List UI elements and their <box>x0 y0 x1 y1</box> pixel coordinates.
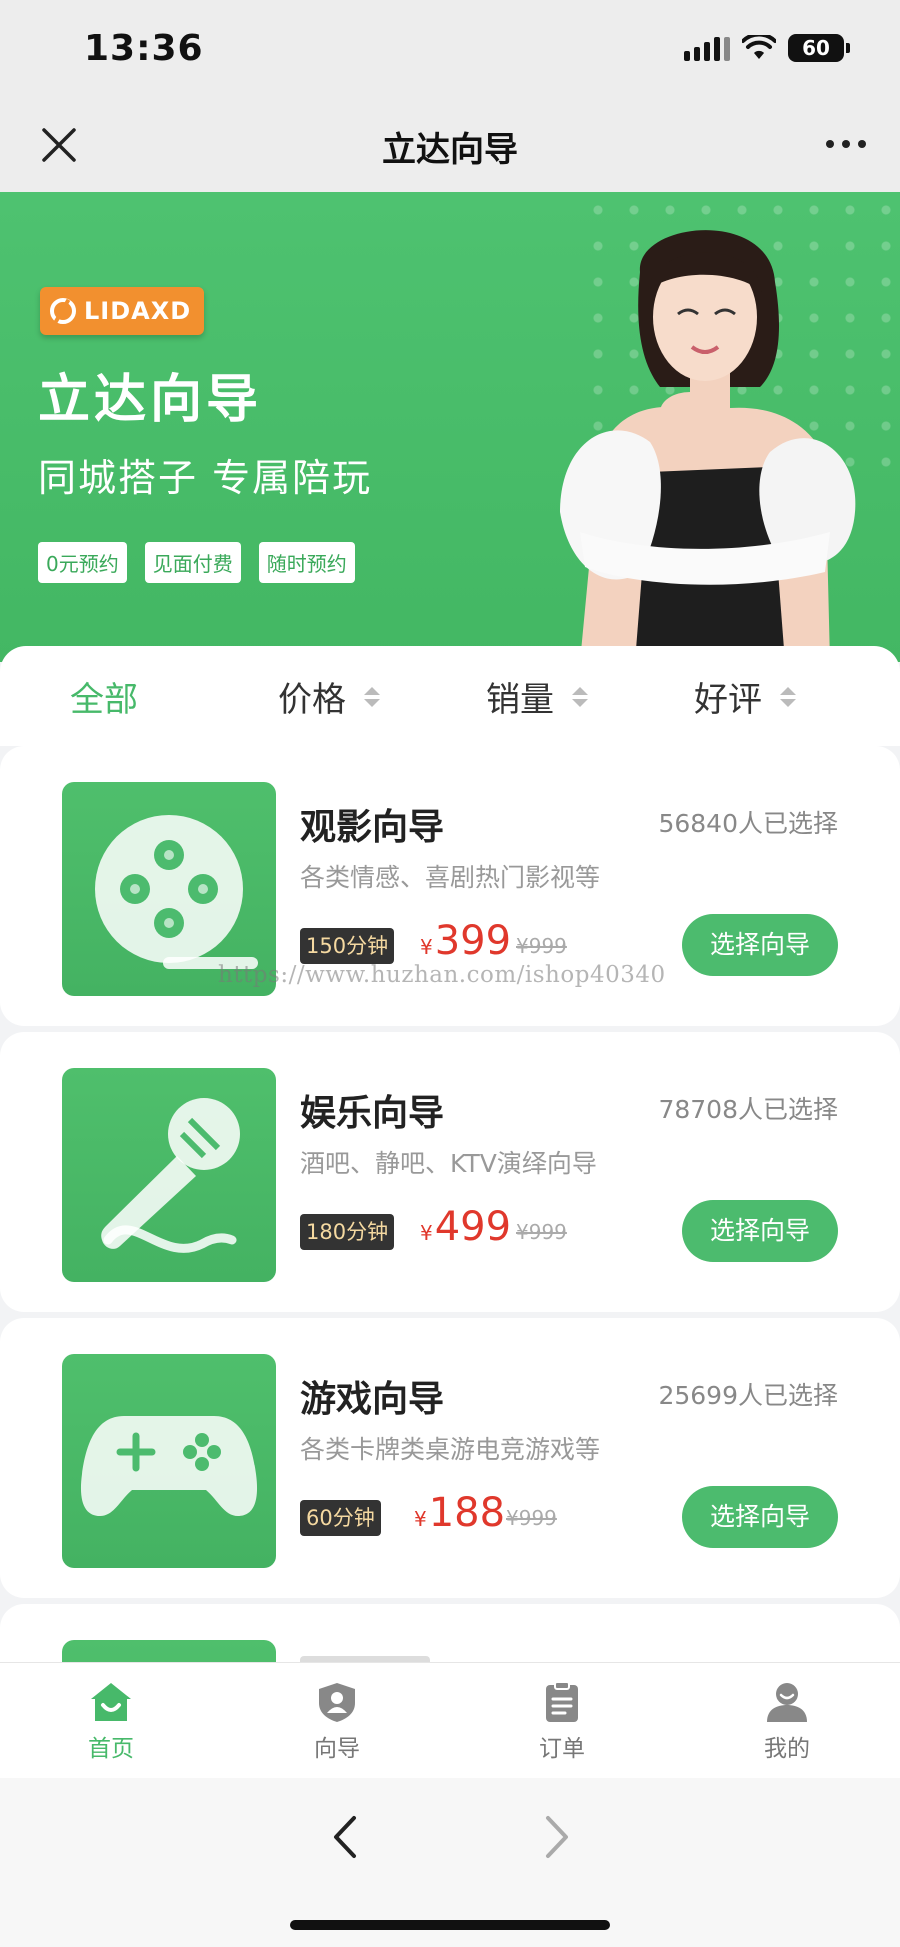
duration-badge: 180分钟 <box>300 1214 395 1250</box>
card-price: ¥499 <box>420 1204 511 1250</box>
wifi-icon <box>742 35 776 59</box>
clipboard-icon <box>546 1681 578 1722</box>
card-title: 游戏向导 <box>300 1379 445 1420</box>
shield-user-icon <box>319 1683 355 1722</box>
hero-banner[interactable]: LIDAXD 立达向导 同城搭子 专属陪玩 0元预约 见面付费 随时预约 <box>0 192 900 662</box>
card-price: ¥399 <box>420 918 511 964</box>
card-title: 娱乐向导 <box>300 1093 445 1134</box>
sort-arrows-icon <box>780 686 796 707</box>
sort-label: 好评 <box>694 680 762 720</box>
sort-arrows-icon <box>364 686 380 707</box>
select-guide-button[interactable]: 选择向导 <box>682 1200 838 1262</box>
price-value: 399 <box>434 918 512 964</box>
sort-label: 全部 <box>70 680 138 720</box>
tab-label: 我的 <box>764 1736 810 1762</box>
banner-tag: 见面付费 <box>144 542 241 583</box>
sort-tab-price[interactable]: 价格 <box>278 672 380 721</box>
sort-label: 价格 <box>278 680 346 720</box>
original-price: ¥999 <box>506 1506 557 1530</box>
tab-label: 向导 <box>314 1736 360 1762</box>
tab-label: 订单 <box>539 1736 585 1762</box>
sort-tab-rating[interactable]: 好评 <box>694 672 796 721</box>
sort-label: 销量 <box>486 680 554 720</box>
nav-bar: 立达向导 <box>0 100 900 192</box>
banner-tag: 0元预约 <box>38 542 127 583</box>
model-photo <box>560 230 856 662</box>
status-indicators: 60 <box>684 34 850 62</box>
price-value: 499 <box>434 1204 512 1250</box>
price-value: 188 <box>428 1490 506 1536</box>
card-select-count: 56840人已选择 <box>658 809 838 838</box>
sort-bar: 全部 价格 销量 好评 <box>0 646 900 746</box>
tab-profile[interactable]: 我的 <box>727 1681 847 1763</box>
sort-tab-sales[interactable]: 销量 <box>486 672 588 721</box>
original-price: ¥999 <box>516 934 567 958</box>
select-guide-button[interactable]: 选择向导 <box>682 1486 838 1548</box>
page-title: 立达向导 <box>382 130 518 170</box>
card-select-count: 25699人已选择 <box>658 1381 838 1410</box>
select-guide-button[interactable]: 选择向导 <box>682 914 838 976</box>
tab-orders[interactable]: 订单 <box>502 1681 622 1763</box>
status-bar: 13:36 60 <box>0 0 900 100</box>
card-description: 各类情感、喜剧热门影视等 <box>300 863 601 892</box>
logo-mark-icon <box>50 298 76 324</box>
logo-text: LIDAXD <box>84 297 192 325</box>
banner-tag: 随时预约 <box>258 542 355 583</box>
card-price: ¥188 <box>414 1490 505 1536</box>
currency-symbol: ¥ <box>420 935 433 959</box>
forward-arrow-icon[interactable] <box>540 1812 574 1862</box>
watermark: https://www.huzhan.com/ishop40340 <box>218 962 666 988</box>
tab-home[interactable]: 首页 <box>51 1681 171 1763</box>
tab-guide[interactable]: 向导 <box>277 1681 397 1763</box>
card-description: 酒吧、静吧、KTV演绎向导 <box>300 1149 597 1178</box>
banner-subtitle: 同城搭子 专属陪玩 <box>38 456 373 500</box>
more-icon[interactable] <box>826 140 866 148</box>
home-indicator[interactable] <box>290 1920 610 1930</box>
sort-arrows-icon <box>572 686 588 707</box>
duration-badge: 150分钟 <box>300 928 395 964</box>
brand-logo: LIDAXD <box>40 287 204 335</box>
card-select-count: 78708人已选择 <box>658 1095 838 1124</box>
original-price: ¥999 <box>516 1220 567 1244</box>
card-description: 各类卡牌类桌游电竞游戏等 <box>300 1435 601 1464</box>
user-icon <box>767 1683 807 1722</box>
card-thumbnail <box>62 1068 276 1282</box>
banner-tags: 0元预约 见面付费 随时预约 <box>38 542 355 583</box>
currency-symbol: ¥ <box>414 1507 427 1531</box>
banner-title: 立达向导 <box>38 370 263 430</box>
currency-symbol: ¥ <box>420 1221 433 1245</box>
guide-card[interactable]: 娱乐向导 78708人已选择 酒吧、静吧、KTV演绎向导 180分钟 ¥499 … <box>0 1032 900 1312</box>
duration-badge: 60分钟 <box>300 1500 381 1536</box>
gamepad-icon <box>80 1416 258 1516</box>
card-thumbnail <box>62 1354 276 1568</box>
home-icon <box>91 1683 131 1721</box>
browser-nav-bar <box>0 1778 900 1947</box>
guide-card[interactable]: 游戏向导 25699人已选择 各类卡牌类桌游电竞游戏等 60分钟 ¥188 ¥9… <box>0 1318 900 1598</box>
card-title: 观影向导 <box>300 807 445 848</box>
back-arrow-icon[interactable] <box>328 1812 362 1862</box>
bottom-tab-bar: 首页 向导 订单 我的 <box>0 1662 900 1778</box>
microphone-icon <box>101 1098 240 1253</box>
cellular-signal-icon <box>684 35 730 61</box>
status-time: 13:36 <box>84 28 204 69</box>
battery-icon: 60 <box>788 34 850 62</box>
tab-label: 首页 <box>88 1736 134 1762</box>
sort-tab-all[interactable]: 全部 <box>70 672 138 721</box>
